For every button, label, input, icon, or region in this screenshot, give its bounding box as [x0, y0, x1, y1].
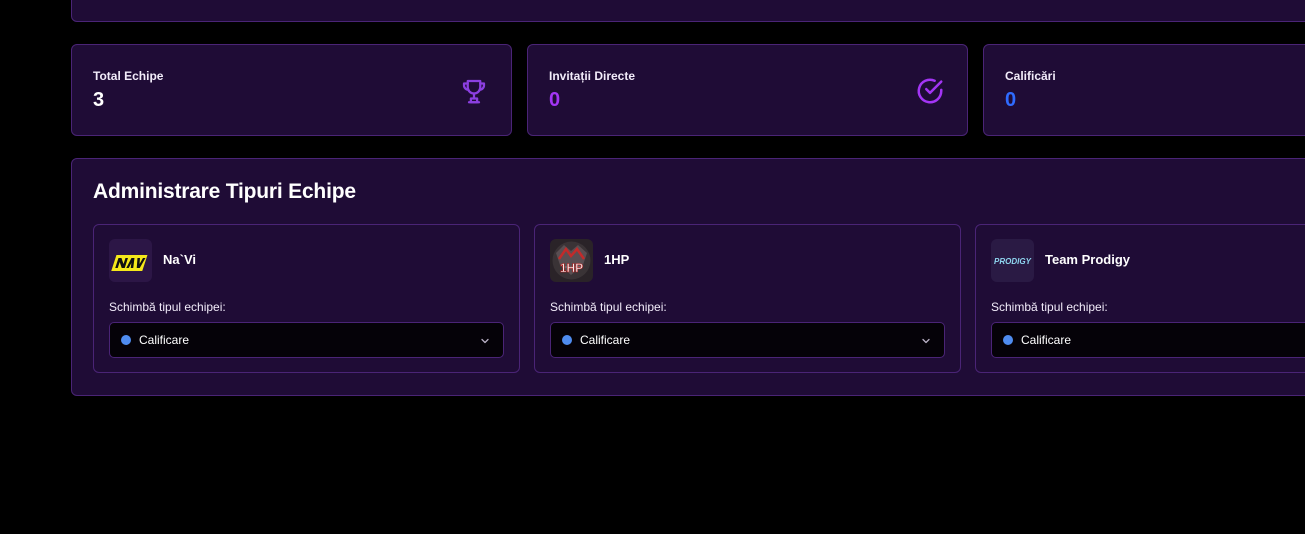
top-banner	[71, 0, 1305, 22]
svg-text:1HP: 1HP	[560, 261, 583, 275]
chevron-down-icon	[922, 338, 930, 344]
team-type-select[interactable]: Calificare	[991, 322, 1305, 358]
team-type-label: Schimbă tipul echipei:	[991, 300, 1108, 314]
svg-text:PRODIGY: PRODIGY	[994, 257, 1032, 266]
chevron-down-icon	[481, 338, 489, 344]
team-name: Na`Vi	[163, 252, 196, 267]
stat-card-total-teams: Total Echipe 3	[71, 44, 512, 136]
selected-value: Calificare	[139, 333, 190, 347]
stat-card-direct-invites: Invitații Directe 0	[527, 44, 968, 136]
stat-card-qualifiers: Calificări 0	[983, 44, 1305, 136]
stat-value: 3	[93, 89, 105, 111]
team-card-1hp: 1HP 1HP Schimbă tipul echipei: Calificar…	[534, 224, 961, 373]
1hp-logo: 1HP	[550, 239, 593, 282]
stat-label: Total Echipe	[93, 69, 164, 83]
team-types-admin-panel: Administrare Tipuri Echipe Na`Vi Schimbă…	[71, 158, 1305, 396]
trophy-icon	[462, 79, 486, 104]
team-name: Team Prodigy	[1045, 252, 1131, 267]
panel-title: Administrare Tipuri Echipe	[93, 180, 356, 203]
dashboard-page: Total Echipe 3 Invitații Directe 0 Calif…	[0, 0, 1305, 534]
team-type-select[interactable]: Calificare	[550, 322, 945, 358]
status-dot	[121, 335, 131, 345]
status-dot	[562, 335, 572, 345]
team-type-label: Schimbă tipul echipei:	[550, 300, 667, 314]
team-type-select[interactable]: Calificare	[109, 322, 504, 358]
selected-value: Calificare	[580, 333, 631, 347]
team-card-navi: Na`Vi Schimbă tipul echipei: Calificare	[93, 224, 520, 373]
selected-value: Calificare	[1021, 333, 1072, 347]
team-type-label: Schimbă tipul echipei:	[109, 300, 226, 314]
stat-label: Invitații Directe	[549, 69, 636, 83]
stat-label: Calificări	[1005, 69, 1056, 83]
team-card-prodigy: PRODIGY Team Prodigy Schimbă tipul echip…	[975, 224, 1305, 373]
status-dot	[1003, 335, 1013, 345]
team-name: 1HP	[604, 252, 630, 267]
check-circle-icon	[917, 78, 943, 104]
navi-logo	[109, 239, 152, 282]
prodigy-logo: PRODIGY	[991, 239, 1034, 282]
stat-value: 0	[549, 89, 561, 111]
stat-value: 0	[1005, 89, 1017, 111]
